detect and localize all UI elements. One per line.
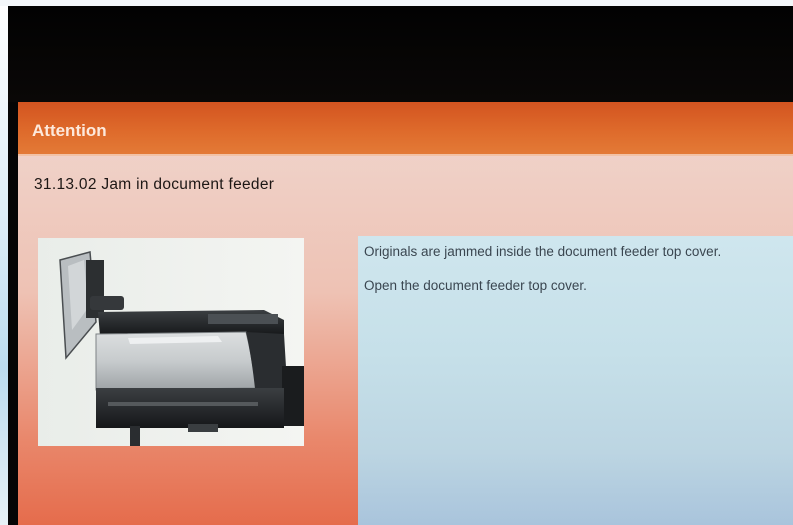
instruction-text-2: Open the document feeder top cover. — [364, 278, 587, 293]
document-feeder-illustration — [38, 238, 304, 446]
top-cover-slot — [208, 314, 278, 324]
dialog-titlebar: Attention — [18, 102, 793, 156]
right-panel-shape — [282, 366, 304, 426]
attention-dialog: Attention 31.13.02 Jam in document feede… — [18, 102, 793, 525]
base-foot-right — [188, 424, 218, 432]
instruction-text-1: Originals are jammed inside the document… — [364, 244, 722, 259]
dialog-title: Attention — [32, 121, 107, 140]
base-shape — [96, 388, 284, 428]
feeder-hinge — [90, 296, 124, 310]
base-line — [108, 402, 258, 406]
base-foot-left — [130, 426, 140, 446]
error-message-title: 31.13.02 Jam in document feeder — [34, 176, 275, 193]
printer-drawing — [59, 251, 304, 446]
instructions-panel: Originals are jammed inside the document… — [358, 236, 793, 525]
monitor-screen: Attention 31.13.02 Jam in document feede… — [8, 6, 793, 525]
screen-dark-area — [8, 6, 793, 102]
